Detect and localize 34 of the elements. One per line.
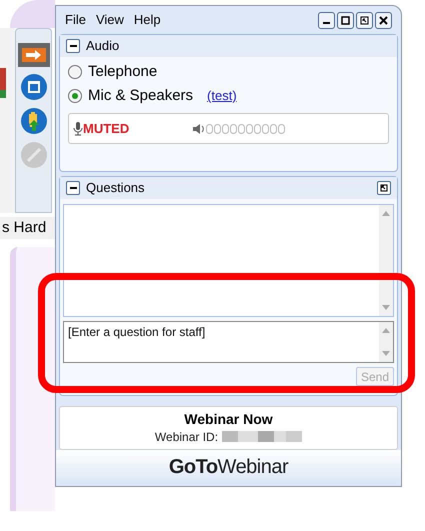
close-button[interactable] [375,12,392,28]
arrow-button[interactable] [18,43,50,67]
gotowebinar-logo: GoToWebinar [168,455,288,480]
mic-status: MUTED [83,120,130,138]
webinar-title: Webinar Now [184,410,273,428]
minimize-button[interactable] [318,12,335,28]
webinar-id-label: Webinar ID: [154,428,218,446]
collapse-button[interactable] [66,39,80,53]
radio-button[interactable] [68,65,82,80]
radio-label[interactable]: Mic & Speakers [88,84,194,107]
restore-button[interactable] [356,12,373,28]
radio-button[interactable] [68,88,82,103]
maximize-button[interactable] [337,12,354,28]
window-icon[interactable] [20,73,48,101]
tab-label[interactable]: s Hard [0,217,55,239]
radio-label[interactable]: Telephone [88,61,158,84]
menu-item[interactable]: Help [134,10,161,30]
collapse-button[interactable] [66,181,80,195]
status-icon [0,68,6,98]
volume-meter-icon [206,124,285,134]
maximize-icon [341,16,350,24]
close-icon [379,16,388,24]
test-link[interactable]: (test) [207,86,237,106]
speaker-icon [193,122,205,134]
section-title: Questions [86,179,146,198]
microphone-icon [73,122,83,136]
raise-hand-icon[interactable] [20,107,48,135]
menu-item[interactable]: File [65,10,86,30]
restore-icon [360,16,369,24]
section-title: Audio [86,37,120,56]
minimize-icon [323,22,330,24]
menu-item[interactable]: View [96,10,124,30]
popout-icon [380,184,388,192]
popout-button[interactable] [377,181,391,195]
